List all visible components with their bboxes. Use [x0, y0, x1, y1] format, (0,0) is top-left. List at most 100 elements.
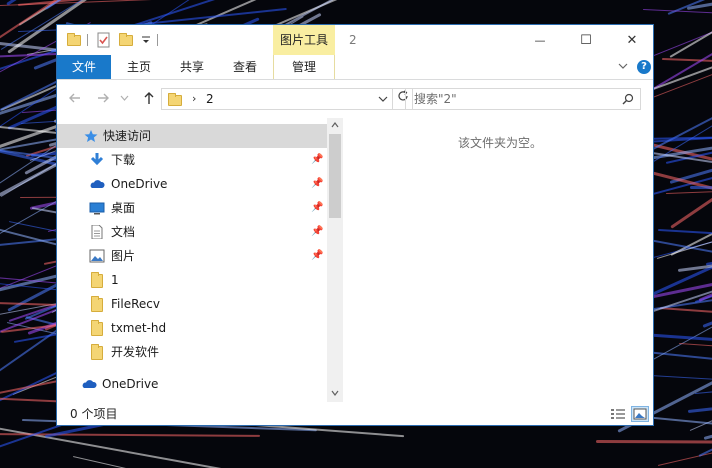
scroll-up-button[interactable]: [327, 118, 343, 134]
nav-item-label: OneDrive: [111, 177, 168, 191]
nav-item-downloads[interactable]: 下载 📌: [57, 148, 327, 172]
cloud-icon: [82, 380, 97, 388]
window-title: 2: [349, 33, 357, 47]
item-count: 0 个项目: [70, 407, 118, 421]
download-icon: [90, 153, 104, 166]
tab-manage[interactable]: 管理: [273, 55, 335, 79]
wallpaper-light-streak: [657, 401, 712, 467]
recent-locations-button[interactable]: [119, 91, 129, 107]
nav-item-onedrive-pinned[interactable]: OneDrive 📌: [57, 172, 327, 196]
address-dropdown-button[interactable]: [378, 89, 388, 117]
file-list-pane[interactable]: 该文件夹为空。: [347, 118, 653, 402]
nav-item-label: 桌面: [111, 201, 136, 215]
chevron-down-icon: [331, 390, 339, 396]
minimize-button[interactable]: —: [517, 25, 563, 55]
pin-icon[interactable]: 📌: [311, 148, 323, 172]
nav-item-label: 文档: [111, 225, 136, 239]
tab-file[interactable]: 文件: [57, 55, 111, 79]
breadcrumb-segment[interactable]: 2: [206, 89, 214, 109]
scrollbar-thumb[interactable]: [329, 134, 341, 218]
nav-item-documents[interactable]: 文档 📌: [57, 220, 327, 244]
wallpaper-light-streak: [689, 186, 712, 192]
scroll-down-button[interactable]: [327, 386, 343, 402]
title-bar: 图片工具 2 — ☐ ✕: [57, 25, 653, 55]
maximize-icon: ☐: [580, 33, 592, 48]
wallpaper-light-streak: [72, 455, 221, 468]
folder-icon: [91, 296, 107, 312]
address-bar[interactable]: › 2: [161, 88, 393, 110]
nav-item-folder-1[interactable]: 1: [57, 268, 327, 292]
nav-item-label: 图片: [111, 249, 136, 263]
customize-toolbar-icon[interactable]: [141, 34, 155, 50]
wallpaper-light-streak: [596, 440, 712, 445]
new-folder-icon[interactable]: [119, 32, 133, 48]
wallpaper-light-streak: [659, 306, 712, 325]
chevron-up-icon: [331, 122, 339, 128]
nav-item-quick-access[interactable]: 快速访问: [57, 124, 327, 148]
details-view-button[interactable]: [609, 406, 627, 422]
navigation-bar: › 2 搜索"2": [57, 80, 653, 118]
nav-item-onedrive[interactable]: OneDrive: [57, 372, 327, 396]
chevron-down-icon: [618, 63, 628, 69]
back-button[interactable]: [67, 91, 83, 107]
nav-item-label: 1: [111, 273, 119, 287]
chevron-down-icon: [378, 96, 388, 102]
minimize-icon: —: [534, 34, 546, 47]
empty-folder-message: 该文件夹为空。: [457, 136, 542, 150]
maximize-button[interactable]: ☐: [563, 25, 609, 55]
pin-icon[interactable]: 📌: [311, 196, 323, 220]
wallpaper-light-streak: [705, 194, 712, 267]
close-button[interactable]: ✕: [609, 25, 653, 55]
document-icon: [91, 225, 103, 239]
tab-share[interactable]: 共享: [167, 55, 217, 79]
nav-item-filerecv[interactable]: FileRecv: [57, 292, 327, 316]
close-icon: ✕: [626, 33, 638, 48]
large-icons-view-button[interactable]: [631, 406, 649, 422]
folder-icon: [91, 272, 107, 288]
desktop-icon: [89, 202, 105, 215]
expand-ribbon-button[interactable]: [617, 60, 629, 75]
help-button[interactable]: ?: [637, 60, 651, 74]
forward-button[interactable]: [95, 91, 111, 107]
wallpaper-light-streak: [694, 215, 712, 303]
folder-icon: [168, 93, 182, 106]
search-input[interactable]: 搜索"2": [414, 89, 457, 109]
status-bar: 0 个项目: [57, 403, 653, 425]
nav-item-desktop[interactable]: 桌面 📌: [57, 196, 327, 220]
details-view-icon: [611, 409, 625, 419]
arrow-left-icon: [69, 93, 80, 103]
picture-tools-tab-group: 图片工具: [273, 25, 335, 55]
nav-item-txmet-hd[interactable]: txmet-hd: [57, 316, 327, 340]
breadcrumb-separator-icon[interactable]: ›: [192, 89, 196, 109]
nav-item-dev-software[interactable]: 开发软件: [57, 340, 327, 364]
nav-item-pictures[interactable]: 图片 📌: [57, 244, 327, 268]
star-icon: [84, 130, 98, 142]
up-button[interactable]: [141, 91, 157, 107]
navigation-pane: 快速访问 下载 📌 OneDrive 📌 桌面 📌 文档 📌 图片 📌 1 Fi…: [57, 118, 343, 402]
wallpaper-light-streak: [703, 388, 712, 441]
pin-icon[interactable]: 📌: [311, 172, 323, 196]
file-explorer-window: 图片工具 2 — ☐ ✕ 文件 主页 共享 查看 管理 ? › 2 搜索"2" …: [56, 24, 654, 426]
pin-icon[interactable]: 📌: [311, 244, 323, 268]
tab-home[interactable]: 主页: [115, 55, 163, 79]
divider: [87, 34, 88, 46]
cloud-icon: [90, 180, 105, 188]
pin-icon[interactable]: 📌: [311, 220, 323, 244]
search-icon[interactable]: [622, 93, 634, 105]
picture-icon: [89, 249, 105, 263]
divider: [157, 34, 158, 46]
nav-item-label: OneDrive: [102, 377, 159, 391]
tab-view[interactable]: 查看: [221, 55, 269, 79]
arrow-up-icon: [144, 92, 154, 104]
nav-pane-scrollbar[interactable]: [327, 118, 343, 402]
search-box[interactable]: 搜索"2": [405, 88, 641, 110]
properties-icon[interactable]: [97, 32, 111, 48]
large-icons-view-icon: [633, 408, 647, 420]
nav-item-label: 下载: [111, 153, 136, 167]
nav-item-label: 快速访问: [103, 129, 152, 143]
wallpaper-light-streak: [678, 343, 712, 355]
nav-item-label: txmet-hd: [111, 321, 167, 335]
nav-item-label: 开发软件: [111, 345, 160, 359]
folder-icon: [67, 32, 81, 48]
folder-icon: [91, 320, 107, 336]
